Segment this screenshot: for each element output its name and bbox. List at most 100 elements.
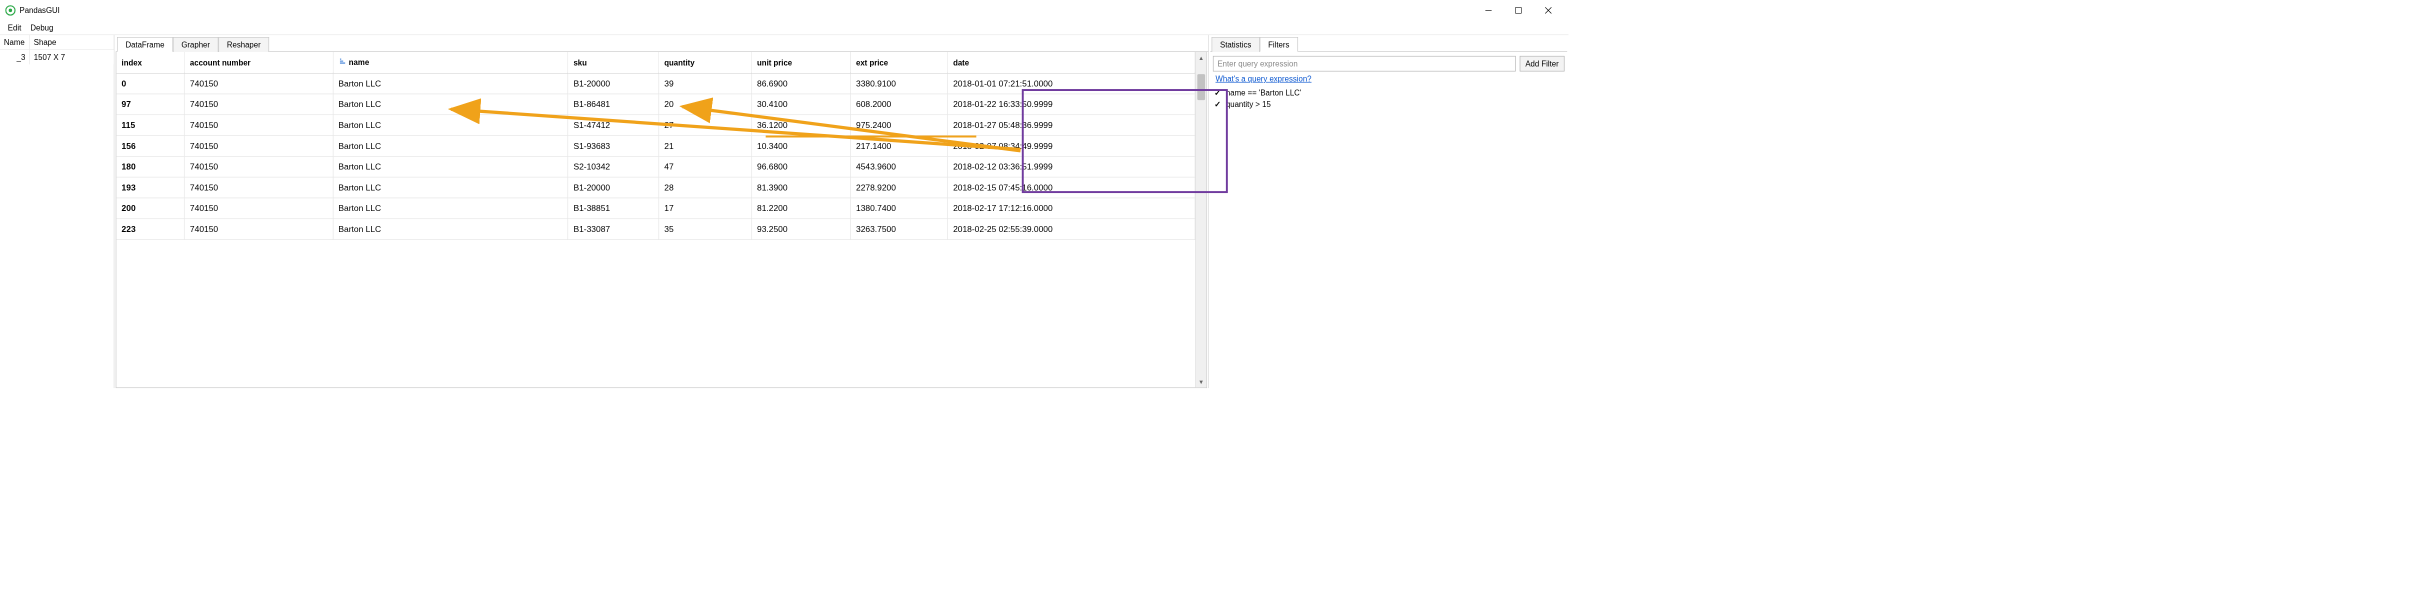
cell-ext-price[interactable]: 4543.9600 xyxy=(850,156,947,177)
col-header-shape[interactable]: Shape xyxy=(30,35,114,49)
cell-account-number[interactable]: 740150 xyxy=(184,198,332,219)
cell-date[interactable]: 2018-01-22 16:33:50.9999 xyxy=(948,94,1195,115)
cell-date[interactable]: 2018-02-12 03:36:51.9999 xyxy=(948,156,1195,177)
cell-quantity[interactable]: 20 xyxy=(659,94,752,115)
col-header-index[interactable]: index xyxy=(116,52,184,73)
cell-ext-price[interactable]: 1380.7400 xyxy=(850,198,947,219)
cell-quantity[interactable]: 17 xyxy=(659,198,752,219)
dataframe-list-row[interactable]: _3 1507 X 7 xyxy=(0,50,114,64)
cell-unit-price[interactable]: 96.6800 xyxy=(752,156,851,177)
cell-unit-price[interactable]: 81.2200 xyxy=(752,198,851,219)
cell-unit-price[interactable]: 93.2500 xyxy=(752,219,851,240)
cell-account-number[interactable]: 740150 xyxy=(184,219,332,240)
maximize-button[interactable] xyxy=(1503,0,1533,20)
filter-input[interactable] xyxy=(1213,56,1516,72)
cell-ext-price[interactable]: 3380.9100 xyxy=(850,73,947,94)
cell-ext-price[interactable]: 2278.9200 xyxy=(850,177,947,198)
tab-reshaper[interactable]: Reshaper xyxy=(218,37,269,52)
cell-unit-price[interactable]: 30.4100 xyxy=(752,94,851,115)
table-row[interactable]: 97740150Barton LLCB1-864812030.4100608.2… xyxy=(116,94,1195,115)
scroll-up-arrow[interactable]: ▲ xyxy=(1196,52,1206,63)
cell-date[interactable]: 2018-02-17 17:12:16.0000 xyxy=(948,198,1195,219)
tab-filters[interactable]: Filters xyxy=(1260,37,1298,52)
cell-account-number[interactable]: 740150 xyxy=(184,136,332,157)
cell-sku[interactable]: S2-10342 xyxy=(568,156,659,177)
table-row[interactable]: 115740150Barton LLCS1-474122736.1200975.… xyxy=(116,115,1195,136)
filter-item[interactable]: ✓quantity > 15 xyxy=(1214,99,1564,111)
cell-index[interactable]: 156 xyxy=(116,136,184,157)
col-header-date[interactable]: date xyxy=(948,52,1195,73)
cell-sku[interactable]: B1-20000 xyxy=(568,73,659,94)
cell-unit-price[interactable]: 10.3400 xyxy=(752,136,851,157)
cell-date[interactable]: 2018-01-01 07:21:51.0000 xyxy=(948,73,1195,94)
cell-index[interactable]: 115 xyxy=(116,115,184,136)
add-filter-button[interactable]: Add Filter xyxy=(1519,56,1564,72)
checkmark-icon[interactable]: ✓ xyxy=(1214,88,1222,97)
col-header-name[interactable]: Name xyxy=(0,35,30,49)
scroll-thumb[interactable] xyxy=(1197,74,1205,100)
cell-ext-price[interactable]: 608.2000 xyxy=(850,94,947,115)
tab-statistics[interactable]: Statistics xyxy=(1212,37,1260,52)
cell-name[interactable]: Barton LLC xyxy=(333,94,568,115)
cell-ext-price[interactable]: 3263.7500 xyxy=(850,219,947,240)
cell-quantity[interactable]: 47 xyxy=(659,156,752,177)
cell-name[interactable]: Barton LLC xyxy=(333,136,568,157)
cell-date[interactable]: 2018-01-27 05:48:36.9999 xyxy=(948,115,1195,136)
cell-date[interactable]: 2018-02-25 02:55:39.0000 xyxy=(948,219,1195,240)
col-header-account-number[interactable]: account number xyxy=(184,52,332,73)
filter-item[interactable]: ✓name == 'Barton LLC' xyxy=(1214,87,1564,99)
cell-date[interactable]: 2018-02-07 08:34:49.9999 xyxy=(948,136,1195,157)
cell-index[interactable]: 200 xyxy=(116,198,184,219)
scroll-down-arrow[interactable]: ▼ xyxy=(1196,376,1206,387)
menu-edit[interactable]: Edit xyxy=(4,22,25,34)
cell-index[interactable]: 193 xyxy=(116,177,184,198)
cell-quantity[interactable]: 35 xyxy=(659,219,752,240)
table-row[interactable]: 223740150Barton LLCB1-330873593.25003263… xyxy=(116,219,1195,240)
menu-debug[interactable]: Debug xyxy=(26,22,57,34)
cell-account-number[interactable]: 740150 xyxy=(184,115,332,136)
vertical-scrollbar[interactable]: ▲ ▼ xyxy=(1195,52,1206,387)
cell-sku[interactable]: B1-33087 xyxy=(568,219,659,240)
cell-unit-price[interactable]: 86.6900 xyxy=(752,73,851,94)
cell-quantity[interactable]: 27 xyxy=(659,115,752,136)
table-row[interactable]: 200740150Barton LLCB1-388511781.22001380… xyxy=(116,198,1195,219)
minimize-button[interactable] xyxy=(1474,0,1504,20)
cell-sku[interactable]: S1-47412 xyxy=(568,115,659,136)
cell-unit-price[interactable]: 81.3900 xyxy=(752,177,851,198)
cell-account-number[interactable]: 740150 xyxy=(184,177,332,198)
col-header-quantity[interactable]: quantity xyxy=(659,52,752,73)
cell-quantity[interactable]: 39 xyxy=(659,73,752,94)
cell-quantity[interactable]: 28 xyxy=(659,177,752,198)
tab-grapher[interactable]: Grapher xyxy=(173,37,219,52)
table-row[interactable]: 180740150Barton LLCS2-103424796.68004543… xyxy=(116,156,1195,177)
cell-name[interactable]: Barton LLC xyxy=(333,115,568,136)
table-row[interactable]: 156740150Barton LLCS1-936832110.3400217.… xyxy=(116,136,1195,157)
cell-ext-price[interactable]: 975.2400 xyxy=(850,115,947,136)
col-header-sku[interactable]: sku xyxy=(568,52,659,73)
cell-sku[interactable]: S1-93683 xyxy=(568,136,659,157)
cell-ext-price[interactable]: 217.1400 xyxy=(850,136,947,157)
cell-name[interactable]: Barton LLC xyxy=(333,73,568,94)
cell-sku[interactable]: B1-86481 xyxy=(568,94,659,115)
cell-name[interactable]: Barton LLC xyxy=(333,177,568,198)
col-header-name[interactable]: name xyxy=(333,52,568,73)
cell-name[interactable]: Barton LLC xyxy=(333,219,568,240)
cell-index[interactable]: 0 xyxy=(116,73,184,94)
table-row[interactable]: 193740150Barton LLCB1-200002881.39002278… xyxy=(116,177,1195,198)
cell-sku[interactable]: B1-38851 xyxy=(568,198,659,219)
query-help-link[interactable]: What's a query expression? xyxy=(1210,74,1567,87)
cell-unit-price[interactable]: 36.1200 xyxy=(752,115,851,136)
cell-name[interactable]: Barton LLC xyxy=(333,156,568,177)
cell-date[interactable]: 2018-02-15 07:45:16.0000 xyxy=(948,177,1195,198)
close-button[interactable] xyxy=(1533,0,1563,20)
checkmark-icon[interactable]: ✓ xyxy=(1214,100,1222,109)
tab-dataframe[interactable]: DataFrame xyxy=(117,37,173,52)
cell-index[interactable]: 223 xyxy=(116,219,184,240)
table-row[interactable]: 0740150Barton LLCB1-200003986.69003380.9… xyxy=(116,73,1195,94)
cell-index[interactable]: 97 xyxy=(116,94,184,115)
cell-account-number[interactable]: 740150 xyxy=(184,73,332,94)
col-header-ext-price[interactable]: ext price xyxy=(850,52,947,73)
cell-index[interactable]: 180 xyxy=(116,156,184,177)
cell-account-number[interactable]: 740150 xyxy=(184,94,332,115)
cell-account-number[interactable]: 740150 xyxy=(184,156,332,177)
